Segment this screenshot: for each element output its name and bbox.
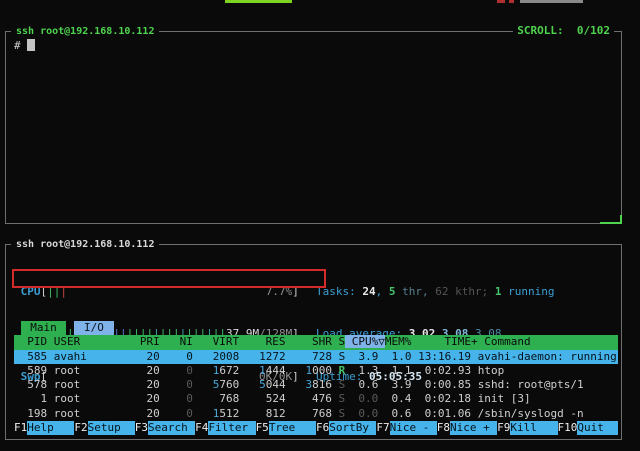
fkey-key-label: F9 xyxy=(497,421,510,435)
text-cursor xyxy=(27,39,35,51)
fkey-action-label: Search xyxy=(148,421,195,435)
fkey-action-label: Kill xyxy=(510,421,557,435)
fkey-f1[interactable]: F1Help xyxy=(14,421,74,435)
fkey-bar: F1HelpF2SetupF3SearchF4FilterF5TreeF6Sor… xyxy=(14,421,618,435)
fkey-key-label: F8 xyxy=(437,421,450,435)
fkey-action-label: Help xyxy=(27,421,74,435)
top-pane-border xyxy=(5,31,622,224)
capture-record-artifact xyxy=(497,0,505,3)
table-header-row[interactable]: PID USER PRI NI VIRT RES SHR S CPU%▽MEM%… xyxy=(14,335,618,349)
tab-io[interactable]: I/O xyxy=(74,321,113,335)
fkey-action-label: Tree xyxy=(269,421,316,435)
fkey-action-label: Quit xyxy=(577,421,618,435)
bottom-pane-title: ssh root@192.168.10.112 xyxy=(11,237,159,252)
fkey-key-label: F7 xyxy=(376,421,389,435)
fkey-f8[interactable]: F8Nice + xyxy=(437,421,497,435)
fkey-f5[interactable]: F5Tree xyxy=(256,421,316,435)
fkey-key-label: F6 xyxy=(316,421,329,435)
top-pane-title: ssh root@192.168.10.112 xyxy=(11,24,159,39)
fkey-action-label: Filter xyxy=(208,421,255,435)
fkey-action-label: Nice + xyxy=(450,421,497,435)
scroll-indicator: SCROLL: 0/102 xyxy=(513,22,614,39)
fkey-f6[interactable]: F6SortBy xyxy=(316,421,376,435)
fkey-f9[interactable]: F9Kill xyxy=(497,421,557,435)
prompt-text: # xyxy=(14,39,27,52)
fkey-key-label: F5 xyxy=(256,421,269,435)
capture-progress-artifact-green xyxy=(225,0,292,3)
process-row-198[interactable]: 198 root 20 0 1512 812 768 S 0.0 0.6 0:0… xyxy=(14,407,618,421)
htop-table: Main I/O PID USER PRI NI VIRT RES SHR S … xyxy=(14,321,618,421)
process-row-589[interactable]: 589 root 20 0 1672 1444 1000 R 1.3 1.1 0… xyxy=(14,364,618,378)
fkey-action-label: Nice - xyxy=(390,421,437,435)
shell-prompt[interactable]: # xyxy=(14,39,35,53)
fkey-action-label: SortBy xyxy=(329,421,376,435)
capture-progress-artifact-gray xyxy=(520,0,583,3)
tasks-line: Tasks: 24, 5 thr, 62 kthr; 1 running xyxy=(316,285,554,299)
fkey-key-label: F1 xyxy=(14,421,27,435)
fkey-key-label: F4 xyxy=(195,421,208,435)
fkey-key-label: F10 xyxy=(558,421,578,435)
fkey-f7[interactable]: F7Nice - xyxy=(376,421,436,435)
active-pane-corner-accent xyxy=(600,222,622,224)
fkey-f10[interactable]: F10Quit xyxy=(558,421,618,435)
sort-column-header[interactable]: CPU%▽ xyxy=(345,335,385,348)
tab-main[interactable]: Main xyxy=(21,321,67,335)
top-terminal-pane: ssh root@192.168.10.112 SCROLL: 0/102 # xyxy=(5,24,622,224)
fkey-f3[interactable]: F3Search xyxy=(135,421,195,435)
bottom-terminal-pane: ssh root@192.168.10.112 CPU[||| 7.7%] Me… xyxy=(5,237,622,440)
process-row-578[interactable]: 578 root 20 0 5760 5044 3816 S 0.6 3.9 0… xyxy=(14,378,618,392)
fkey-f2[interactable]: F2Setup xyxy=(74,421,134,435)
fkey-f4[interactable]: F4Filter xyxy=(195,421,255,435)
active-pane-corner-accent xyxy=(620,215,622,224)
capture-record-artifact xyxy=(509,0,514,3)
process-row-1[interactable]: 1 root 20 0 768 524 476 S 0.0 0.4 0:02.1… xyxy=(14,392,618,406)
fkey-action-label: Setup xyxy=(88,421,135,435)
htop-tabs: Main I/O xyxy=(14,321,618,335)
cpu-meter: CPU[||| 7.7%] xyxy=(14,285,299,299)
fkey-key-label: F2 xyxy=(74,421,87,435)
process-row-585[interactable]: 585 avahi 20 0 2008 1272 728 S 3.9 1.0 1… xyxy=(14,350,618,364)
fkey-key-label: F3 xyxy=(135,421,148,435)
